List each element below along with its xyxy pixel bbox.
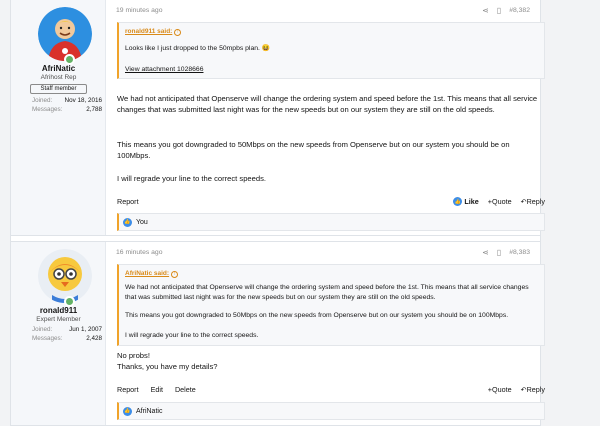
post-footer: Report Edit Delete +Quote ↶Reply — [117, 385, 545, 397]
quote-text: We had not anticipated that Openserve wi… — [125, 284, 529, 301]
username[interactable]: ronald911 — [11, 306, 106, 315]
thread-frame: AfriNatic Afrihost Rep Staff member Join… — [10, 0, 545, 426]
thumbs-up-icon: 👍 — [453, 197, 463, 206]
quote-block: ronald911 said: ↑ Looks like I just dropp… — [117, 22, 545, 79]
quote-author[interactable]: ronald911 said: ↑ — [125, 28, 182, 36]
share-icon[interactable]: ⋖ — [482, 248, 489, 257]
reaction-users[interactable]: AfriNatic — [136, 408, 162, 415]
username[interactable]: AfriNatic — [11, 64, 106, 73]
quote-text: This means you got downgraded to 50Mbps … — [125, 312, 509, 319]
messages-value: 2,788 — [86, 106, 102, 113]
quote-button[interactable]: +Quote — [488, 385, 512, 394]
post-number[interactable]: #8,382 — [509, 7, 530, 14]
joined-stat: Joined: Jun 1, 2007 — [32, 326, 102, 333]
laugh-emoji-icon: 😆 — [261, 45, 271, 52]
bookmark-icon[interactable]: ▯ — [497, 6, 501, 15]
reactions-bar[interactable]: 👍 AfriNatic — [117, 402, 545, 420]
joined-label: Joined: — [32, 97, 53, 104]
post-meta: 16 minutes ago ⋖ ▯ #8,383 — [106, 246, 540, 258]
reactions-bar[interactable]: 👍 You — [117, 213, 545, 231]
reply-button[interactable]: ↶Reply — [521, 197, 545, 206]
messages-stat: Messages: 2,788 — [32, 106, 102, 113]
post-meta: 19 minutes ago ⋖ ▯ #8,382 — [106, 4, 540, 16]
message-paragraph: No probs! — [117, 351, 150, 360]
joined-label: Joined: — [32, 326, 53, 333]
avatar[interactable] — [38, 7, 92, 61]
post-time[interactable]: 16 minutes ago — [116, 249, 162, 256]
post-8382: AfriNatic Afrihost Rep Staff member Join… — [11, 0, 545, 236]
user-title: Expert Member — [36, 316, 81, 323]
messages-stat: Messages: 2,428 — [32, 335, 102, 342]
messages-label: Messages: — [32, 106, 63, 113]
report-link[interactable]: Report — [117, 385, 139, 394]
reply-button[interactable]: ↶Reply — [521, 385, 545, 394]
quote-author[interactable]: AfriNatic said: ↑ — [125, 270, 179, 278]
quote-text: Looks like I just dropped to the 50mpbs … — [125, 45, 271, 52]
post-8383: ronald911 Expert Member Joined: Jun 1, 2… — [11, 241, 545, 426]
thumbs-up-icon: 👍 — [123, 406, 132, 416]
quote-text: I will regrade your line to the correct … — [125, 332, 259, 339]
message-paragraph: This means you got downgraded to 50Mbps … — [117, 140, 510, 160]
user-panel: AfriNatic Afrihost Rep Staff member Join… — [11, 0, 106, 235]
message-paragraph: I will regrade your line to the correct … — [117, 174, 266, 183]
reaction-users[interactable]: You — [136, 219, 148, 226]
user-panel: ronald911 Expert Member Joined: Jun 1, 2… — [11, 242, 106, 425]
staff-badge: Staff member — [30, 84, 87, 94]
messages-label: Messages: — [32, 335, 63, 342]
goto-arrow-icon[interactable]: ↑ — [174, 29, 182, 36]
user-title: Afrihost Rep — [40, 74, 77, 81]
bookmark-icon[interactable]: ▯ — [497, 248, 501, 257]
edit-link[interactable]: Edit — [151, 385, 163, 394]
post-time[interactable]: 19 minutes ago — [116, 7, 162, 14]
joined-value: Jun 1, 2007 — [69, 326, 102, 333]
share-icon[interactable]: ⋖ — [482, 6, 489, 15]
goto-arrow-icon[interactable]: ↑ — [171, 271, 179, 278]
joined-stat: Joined: Nov 18, 2016 — [32, 97, 102, 104]
joined-value: Nov 18, 2016 — [64, 97, 102, 104]
avatar[interactable] — [38, 249, 92, 303]
like-button[interactable]: 👍 Like — [453, 197, 479, 206]
attachment-link[interactable]: View attachment 1028666 — [125, 65, 203, 75]
message-paragraph: We had not anticipated that Openserve wi… — [117, 94, 538, 114]
quote-button[interactable]: +Quote — [488, 197, 512, 206]
report-link[interactable]: Report — [117, 197, 139, 206]
post-footer: Report 👍 Like +Quote ↶Reply — [117, 197, 545, 209]
message-paragraph: Thanks, you have my details? — [117, 362, 218, 371]
post-number[interactable]: #8,383 — [509, 249, 530, 256]
messages-value: 2,428 — [86, 335, 102, 342]
quote-block: AfriNatic said: ↑ We had not anticipated … — [117, 264, 545, 346]
delete-link[interactable]: Delete — [175, 385, 196, 394]
thumbs-up-icon: 👍 — [123, 217, 132, 227]
